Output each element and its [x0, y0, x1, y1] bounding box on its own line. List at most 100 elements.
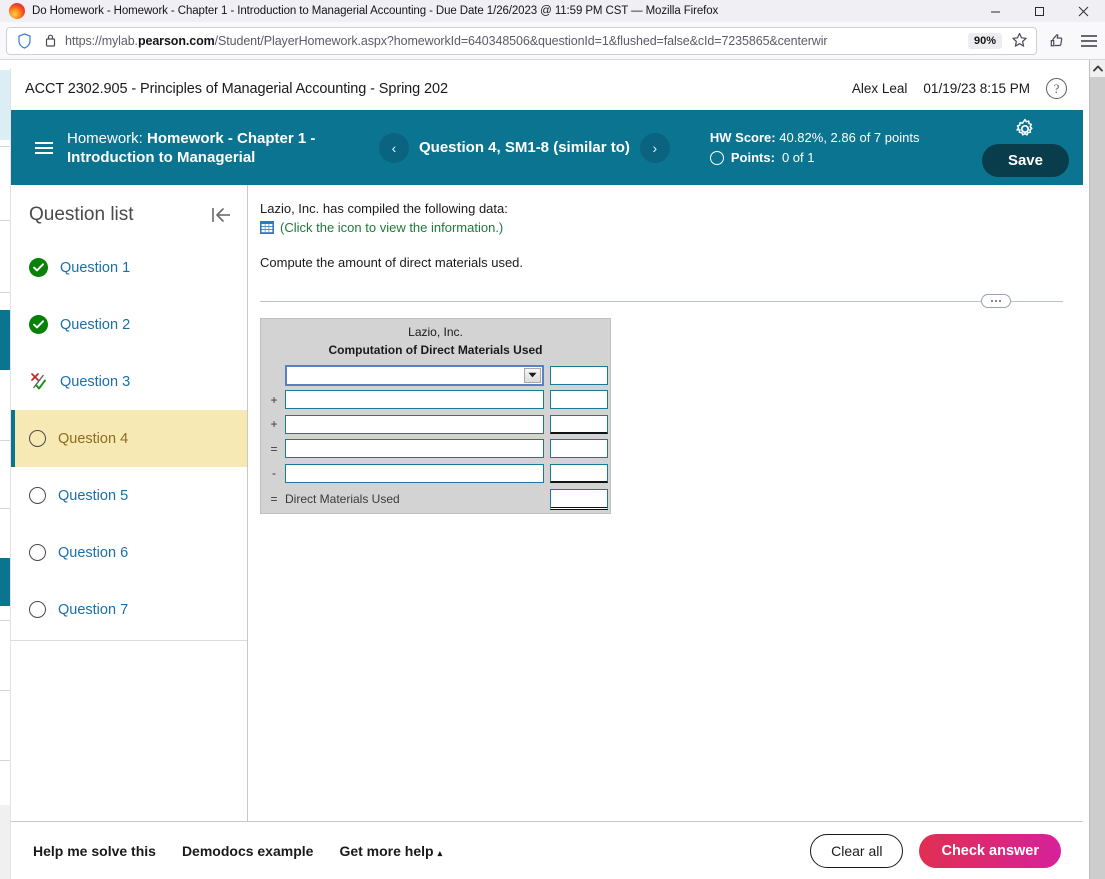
previous-question-button[interactable]: ‹: [379, 132, 409, 163]
question-list-item-label: Question 5: [58, 487, 129, 504]
account-input-1[interactable]: [285, 390, 544, 410]
divider-line: [260, 301, 1063, 302]
help-icon[interactable]: ?: [1046, 78, 1067, 99]
question-list-header: Question list: [11, 185, 247, 239]
window-controls: [973, 0, 1105, 22]
amount-input-3[interactable]: [550, 439, 608, 459]
chevron-down-icon[interactable]: [524, 367, 541, 383]
worksheet-operator: -: [272, 466, 276, 481]
question-list-item-4[interactable]: Question 4: [11, 410, 247, 467]
close-button[interactable]: [1061, 0, 1105, 22]
account-input-2[interactable]: [285, 414, 544, 434]
worksheet-subtitle: Computation of Direct Materials Used: [328, 343, 543, 357]
table-grid-icon[interactable]: [260, 221, 274, 234]
worksheet-amount-cell: [550, 414, 608, 434]
page-vertical-scrollbar[interactable]: [1089, 60, 1105, 879]
worksheet-operator: =: [270, 441, 278, 456]
url-text[interactable]: https://mylab.pearson.com/Student/Player…: [63, 34, 968, 48]
divider-drag-handle[interactable]: [981, 294, 1011, 308]
clear-all-button[interactable]: Clear all: [810, 833, 904, 868]
collapse-panel-icon[interactable]: [209, 203, 233, 227]
course-bar-right: Alex Leal 01/19/23 8:15 PM ?: [852, 78, 1077, 99]
browser-titlebar: Do Homework - Homework - Chapter 1 - Int…: [0, 0, 1105, 22]
question-list-divider: [11, 640, 247, 641]
homework-header-bar: Homework: Homework - Chapter 1 - Introdu…: [11, 110, 1083, 185]
caret-up-icon: ▴: [437, 847, 443, 858]
address-bar[interactable]: https://mylab.pearson.com/Student/Player…: [6, 26, 1037, 55]
mylab-app-frame: ACCT 2302.905 - Principles of Managerial…: [10, 68, 1083, 879]
hw-score-label: HW Score:: [709, 129, 776, 145]
minimize-button[interactable]: [973, 0, 1017, 22]
score-block: HW Score: 40.82%, 2.86 of 7 points Point…: [709, 128, 920, 168]
course-bar: ACCT 2302.905 - Principles of Managerial…: [11, 68, 1083, 110]
scrollbar-thumb[interactable]: [1090, 77, 1105, 417]
worksheet-amount-cell: [550, 463, 608, 483]
browser-navbar: https://mylab.pearson.com/Student/Player…: [0, 22, 1105, 60]
help-me-solve-this-link[interactable]: Help me solve this: [33, 843, 156, 859]
worksheet-account-cell: [285, 439, 544, 459]
amount-input-1[interactable]: [550, 390, 608, 410]
points-row: Points: 0 of 1: [709, 148, 920, 168]
worksheet-amount-cell: [550, 488, 608, 510]
worksheet-account-cell: [285, 414, 544, 434]
bookmark-star-icon[interactable]: [1006, 28, 1032, 54]
unanswered-circle-icon: [29, 487, 46, 504]
demodocs-example-link[interactable]: Demodocs example: [182, 843, 314, 859]
data-table-link-row[interactable]: (Click the icon to view the information.…: [260, 220, 1063, 235]
worksheet-row: [261, 363, 610, 388]
homework-title: Homework: Homework - Chapter 1 - Introdu…: [67, 129, 337, 167]
save-button[interactable]: Save: [981, 144, 1069, 177]
current-question-label: Question 4, SM1-8 (similar to): [419, 139, 630, 156]
unanswered-circle-icon: [29, 601, 46, 618]
question-list-item-7[interactable]: Question 7: [11, 581, 247, 638]
amount-input-2[interactable]: [550, 414, 608, 434]
worksheet-row: -: [261, 461, 610, 486]
shield-icon[interactable]: [11, 28, 37, 54]
answer-actions: Clear all Check answer: [810, 833, 1083, 868]
worksheet-amount-cell: [550, 365, 608, 385]
pane-divider: [260, 294, 1063, 308]
worksheet-amount-cell: [550, 439, 608, 459]
check-answer-button[interactable]: Check answer: [919, 833, 1061, 868]
view-information-link[interactable]: (Click the icon to view the information.…: [280, 220, 503, 235]
gear-icon[interactable]: [1014, 118, 1036, 140]
question-prompt: Compute the amount of direct materials u…: [260, 255, 524, 270]
current-timestamp: 01/19/23 8:15 PM: [923, 81, 1030, 96]
bottom-action-bar: Help me solve this Demodocs example Get …: [11, 821, 1083, 879]
amount-input-0[interactable]: [550, 365, 608, 385]
partial-credit-icon: [29, 372, 48, 391]
menu-hamburger-icon[interactable]: [23, 141, 65, 154]
worksheet-total-label: Direct Materials Used: [285, 492, 400, 506]
question-list-item-5[interactable]: Question 5: [11, 467, 247, 524]
question-list-item-label: Question 3: [60, 373, 131, 390]
question-list-item-label: Question 7: [58, 601, 129, 618]
save-to-pocket-icon[interactable]: [1041, 26, 1073, 56]
scroll-up-button[interactable]: [1090, 60, 1105, 77]
question-list-item-3[interactable]: Question 3: [11, 353, 247, 410]
answer-worksheet: Lazio, Inc. Computation of Direct Materi…: [260, 318, 611, 514]
get-more-help-link[interactable]: Get more help ▴: [339, 843, 442, 859]
worksheet-total-row: = Direct Materials Used: [261, 486, 610, 513]
amount-input-4[interactable]: [550, 463, 608, 483]
lock-icon[interactable]: [37, 28, 63, 54]
next-question-button[interactable]: ›: [639, 132, 670, 163]
worksheet-operator: +: [270, 417, 278, 432]
correct-check-icon: [29, 315, 48, 334]
account-select-0[interactable]: [285, 364, 544, 386]
question-list-item-1[interactable]: Question 1: [11, 239, 247, 296]
question-list-item-label: Question 6: [58, 544, 129, 561]
account-input-3[interactable]: [285, 439, 544, 459]
question-list-item-6[interactable]: Question 6: [11, 524, 247, 581]
points-status-icon: [709, 150, 724, 165]
account-input-4[interactable]: [285, 463, 544, 483]
zoom-level-badge[interactable]: 90%: [967, 32, 1002, 49]
question-list-item-2[interactable]: Question 2: [11, 296, 247, 353]
worksheet-operator: =: [270, 492, 278, 506]
amount-input-total[interactable]: [550, 488, 608, 510]
hw-score-row: HW Score: 40.82%, 2.86 of 7 points: [710, 128, 920, 148]
points-value: 0 of 1: [781, 149, 815, 165]
app-menu-hamburger-icon[interactable]: [1073, 26, 1105, 56]
maximize-button[interactable]: [1017, 0, 1061, 22]
question-pane: Lazio, Inc. has compiled the following d…: [248, 185, 1083, 821]
browser-tab-title: Do Homework - Homework - Chapter 1 - Int…: [32, 5, 719, 17]
